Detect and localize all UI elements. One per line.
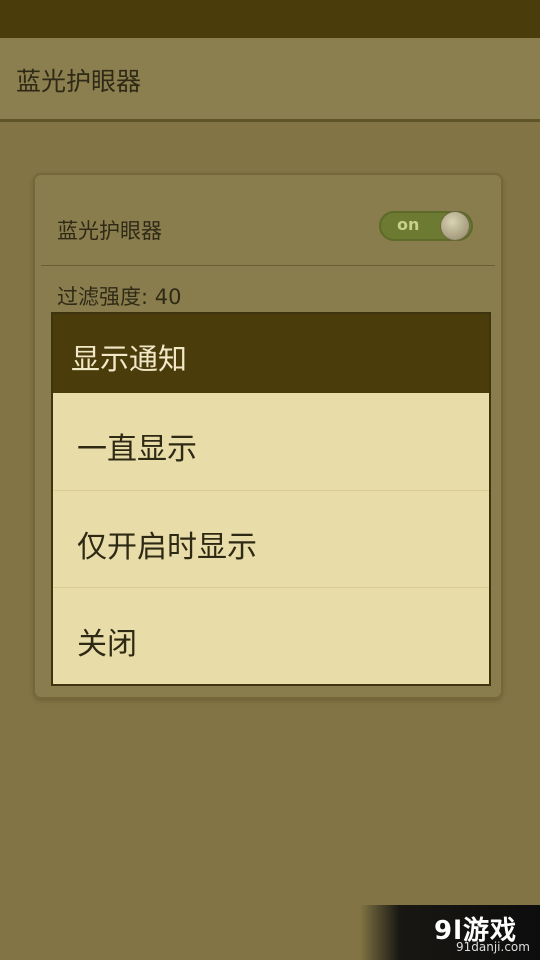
eye-protect-toggle[interactable]: on bbox=[379, 211, 473, 241]
option-always-show[interactable]: 一直显示 bbox=[53, 393, 489, 490]
app-title: 蓝光护眼器 bbox=[16, 67, 142, 96]
filter-strength-label: 过滤强度: 40 bbox=[57, 285, 182, 309]
dialog-title: 显示通知 bbox=[71, 342, 188, 376]
option-label: 一直显示 bbox=[77, 432, 197, 467]
eye-protect-label: 蓝光护眼器 bbox=[57, 219, 162, 243]
watermark-url: 91danji.com bbox=[456, 940, 530, 954]
app-bar: 蓝光护眼器 bbox=[0, 38, 540, 122]
status-bar bbox=[0, 0, 540, 38]
dialog-header: 显示通知 bbox=[53, 314, 489, 393]
option-label: 仅开启时显示 bbox=[77, 530, 257, 565]
divider bbox=[41, 265, 495, 266]
notification-dialog: 显示通知 一直显示 仅开启时显示 关闭 bbox=[51, 312, 491, 686]
option-off[interactable]: 关闭 bbox=[53, 588, 489, 685]
toggle-state-text: on bbox=[397, 215, 420, 234]
option-show-when-on[interactable]: 仅开启时显示 bbox=[53, 491, 489, 588]
watermark: 9l游戏 91danji.com bbox=[360, 905, 540, 960]
option-label: 关闭 bbox=[77, 627, 137, 662]
toggle-knob-icon[interactable] bbox=[441, 212, 469, 240]
